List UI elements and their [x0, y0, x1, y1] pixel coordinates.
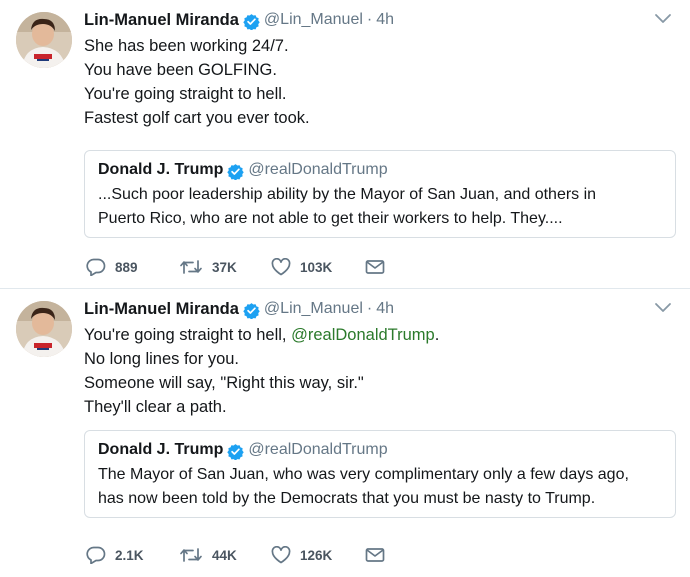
quoted-line: ...Such poor leadership ability by the M…: [98, 186, 597, 203]
tweet-line-suffix: .: [434, 326, 440, 344]
quoted-tweet-header: Donald J. Trump @realDonaldTrump: [98, 440, 388, 460]
quoted-tweet[interactable]: Donald J. Trump @realDonaldTrump ...Such…: [84, 150, 676, 238]
timestamp[interactable]: 4h: [376, 300, 394, 318]
reply-icon: [86, 258, 106, 276]
tweet-line: You have been GOLFING.: [84, 61, 277, 79]
quoted-author-handle: @realDonaldTrump: [248, 441, 388, 458]
tweet-line: Fastest golf cart you ever took.: [84, 109, 310, 127]
reply-count: 2.1K: [115, 547, 144, 563]
quoted-line: The Mayor of San Juan, who was very comp…: [98, 466, 629, 483]
retweet-count: 37K: [212, 259, 237, 275]
author-name[interactable]: Lin-Manuel Miranda: [84, 11, 239, 30]
like-button[interactable]: 126K: [271, 546, 365, 564]
quoted-author-name: Donald J. Trump: [98, 161, 224, 178]
quoted-tweet-text: ...Such poor leadership ability by the M…: [98, 183, 668, 231]
verified-badge-icon: [227, 163, 245, 180]
like-icon: [271, 546, 291, 564]
chevron-down-icon[interactable]: [654, 301, 672, 315]
tweet-header: Lin-Manuel Miranda @Lin_Manuel · 4h: [84, 9, 394, 31]
like-icon: [271, 258, 291, 276]
retweet-button[interactable]: 44K: [179, 546, 271, 564]
reply-button[interactable]: 2.1K: [86, 546, 179, 564]
chevron-down-icon[interactable]: [654, 12, 672, 26]
verified-badge-icon: [243, 302, 260, 319]
verified-badge-icon: [243, 13, 260, 30]
tweet-actions: 889 37K 103K: [86, 256, 387, 278]
retweet-count: 44K: [212, 547, 237, 563]
quoted-tweet-header: Donald J. Trump @realDonaldTrump: [98, 160, 388, 180]
tweet-text: You're going straight to hell, @realDona…: [84, 323, 664, 419]
avatar[interactable]: [16, 12, 72, 68]
quoted-line: has now been told by the Democrats that …: [98, 490, 596, 507]
separator-dot: ·: [366, 11, 373, 28]
retweet-icon: [180, 260, 202, 274]
quoted-author-handle: @realDonaldTrump: [248, 161, 388, 178]
tweet-line: Someone will say, "Right this way, sir.": [84, 374, 364, 392]
like-count: 126K: [300, 547, 333, 563]
reply-count: 889: [115, 259, 138, 275]
tweet-line-text: You're going straight to hell,: [84, 326, 292, 344]
author-handle[interactable]: @Lin_Manuel: [264, 11, 363, 29]
direct-message-button[interactable]: [365, 259, 387, 275]
retweet-icon: [180, 548, 202, 562]
timestamp[interactable]: 4h: [376, 11, 394, 29]
quoted-line: Puerto Rico, who are not able to get the…: [98, 210, 563, 227]
tweet-line: They'll clear a path.: [84, 398, 227, 416]
tweet[interactable]: Lin-Manuel Miranda @Lin_Manuel · 4h She …: [0, 0, 690, 288]
tweet-line: She has been working 24/7.: [84, 37, 289, 55]
direct-message-icon: [365, 548, 385, 562]
tweet-line: You're going straight to hell, @realDona…: [84, 323, 664, 347]
direct-message-icon: [365, 260, 385, 274]
verified-badge-icon: [227, 443, 245, 460]
avatar[interactable]: [16, 301, 72, 357]
author-handle[interactable]: @Lin_Manuel: [264, 300, 363, 318]
reply-button[interactable]: 889: [86, 258, 179, 276]
direct-message-button[interactable]: [365, 547, 387, 563]
separator-dot: ·: [366, 300, 373, 317]
quoted-tweet-text: The Mayor of San Juan, who was very comp…: [98, 463, 668, 511]
quoted-author-name: Donald J. Trump: [98, 441, 224, 458]
mention-link[interactable]: @realDonaldTrump: [291, 326, 435, 344]
tweet-actions: 2.1K 44K 126K: [86, 544, 387, 566]
tweet-line: You're going straight to hell.: [84, 85, 287, 103]
retweet-button[interactable]: 37K: [179, 258, 271, 276]
like-button[interactable]: 103K: [271, 258, 365, 276]
like-count: 103K: [300, 259, 333, 275]
reply-icon: [86, 546, 106, 564]
tweet-text: She has been working 24/7. You have been…: [84, 34, 664, 130]
tweet-header: Lin-Manuel Miranda @Lin_Manuel · 4h: [84, 298, 394, 320]
quoted-tweet[interactable]: Donald J. Trump @realDonaldTrump The May…: [84, 430, 676, 518]
author-name[interactable]: Lin-Manuel Miranda: [84, 300, 239, 319]
tweet[interactable]: Lin-Manuel Miranda @Lin_Manuel · 4h You'…: [0, 289, 690, 577]
tweet-line: No long lines for you.: [84, 350, 240, 368]
